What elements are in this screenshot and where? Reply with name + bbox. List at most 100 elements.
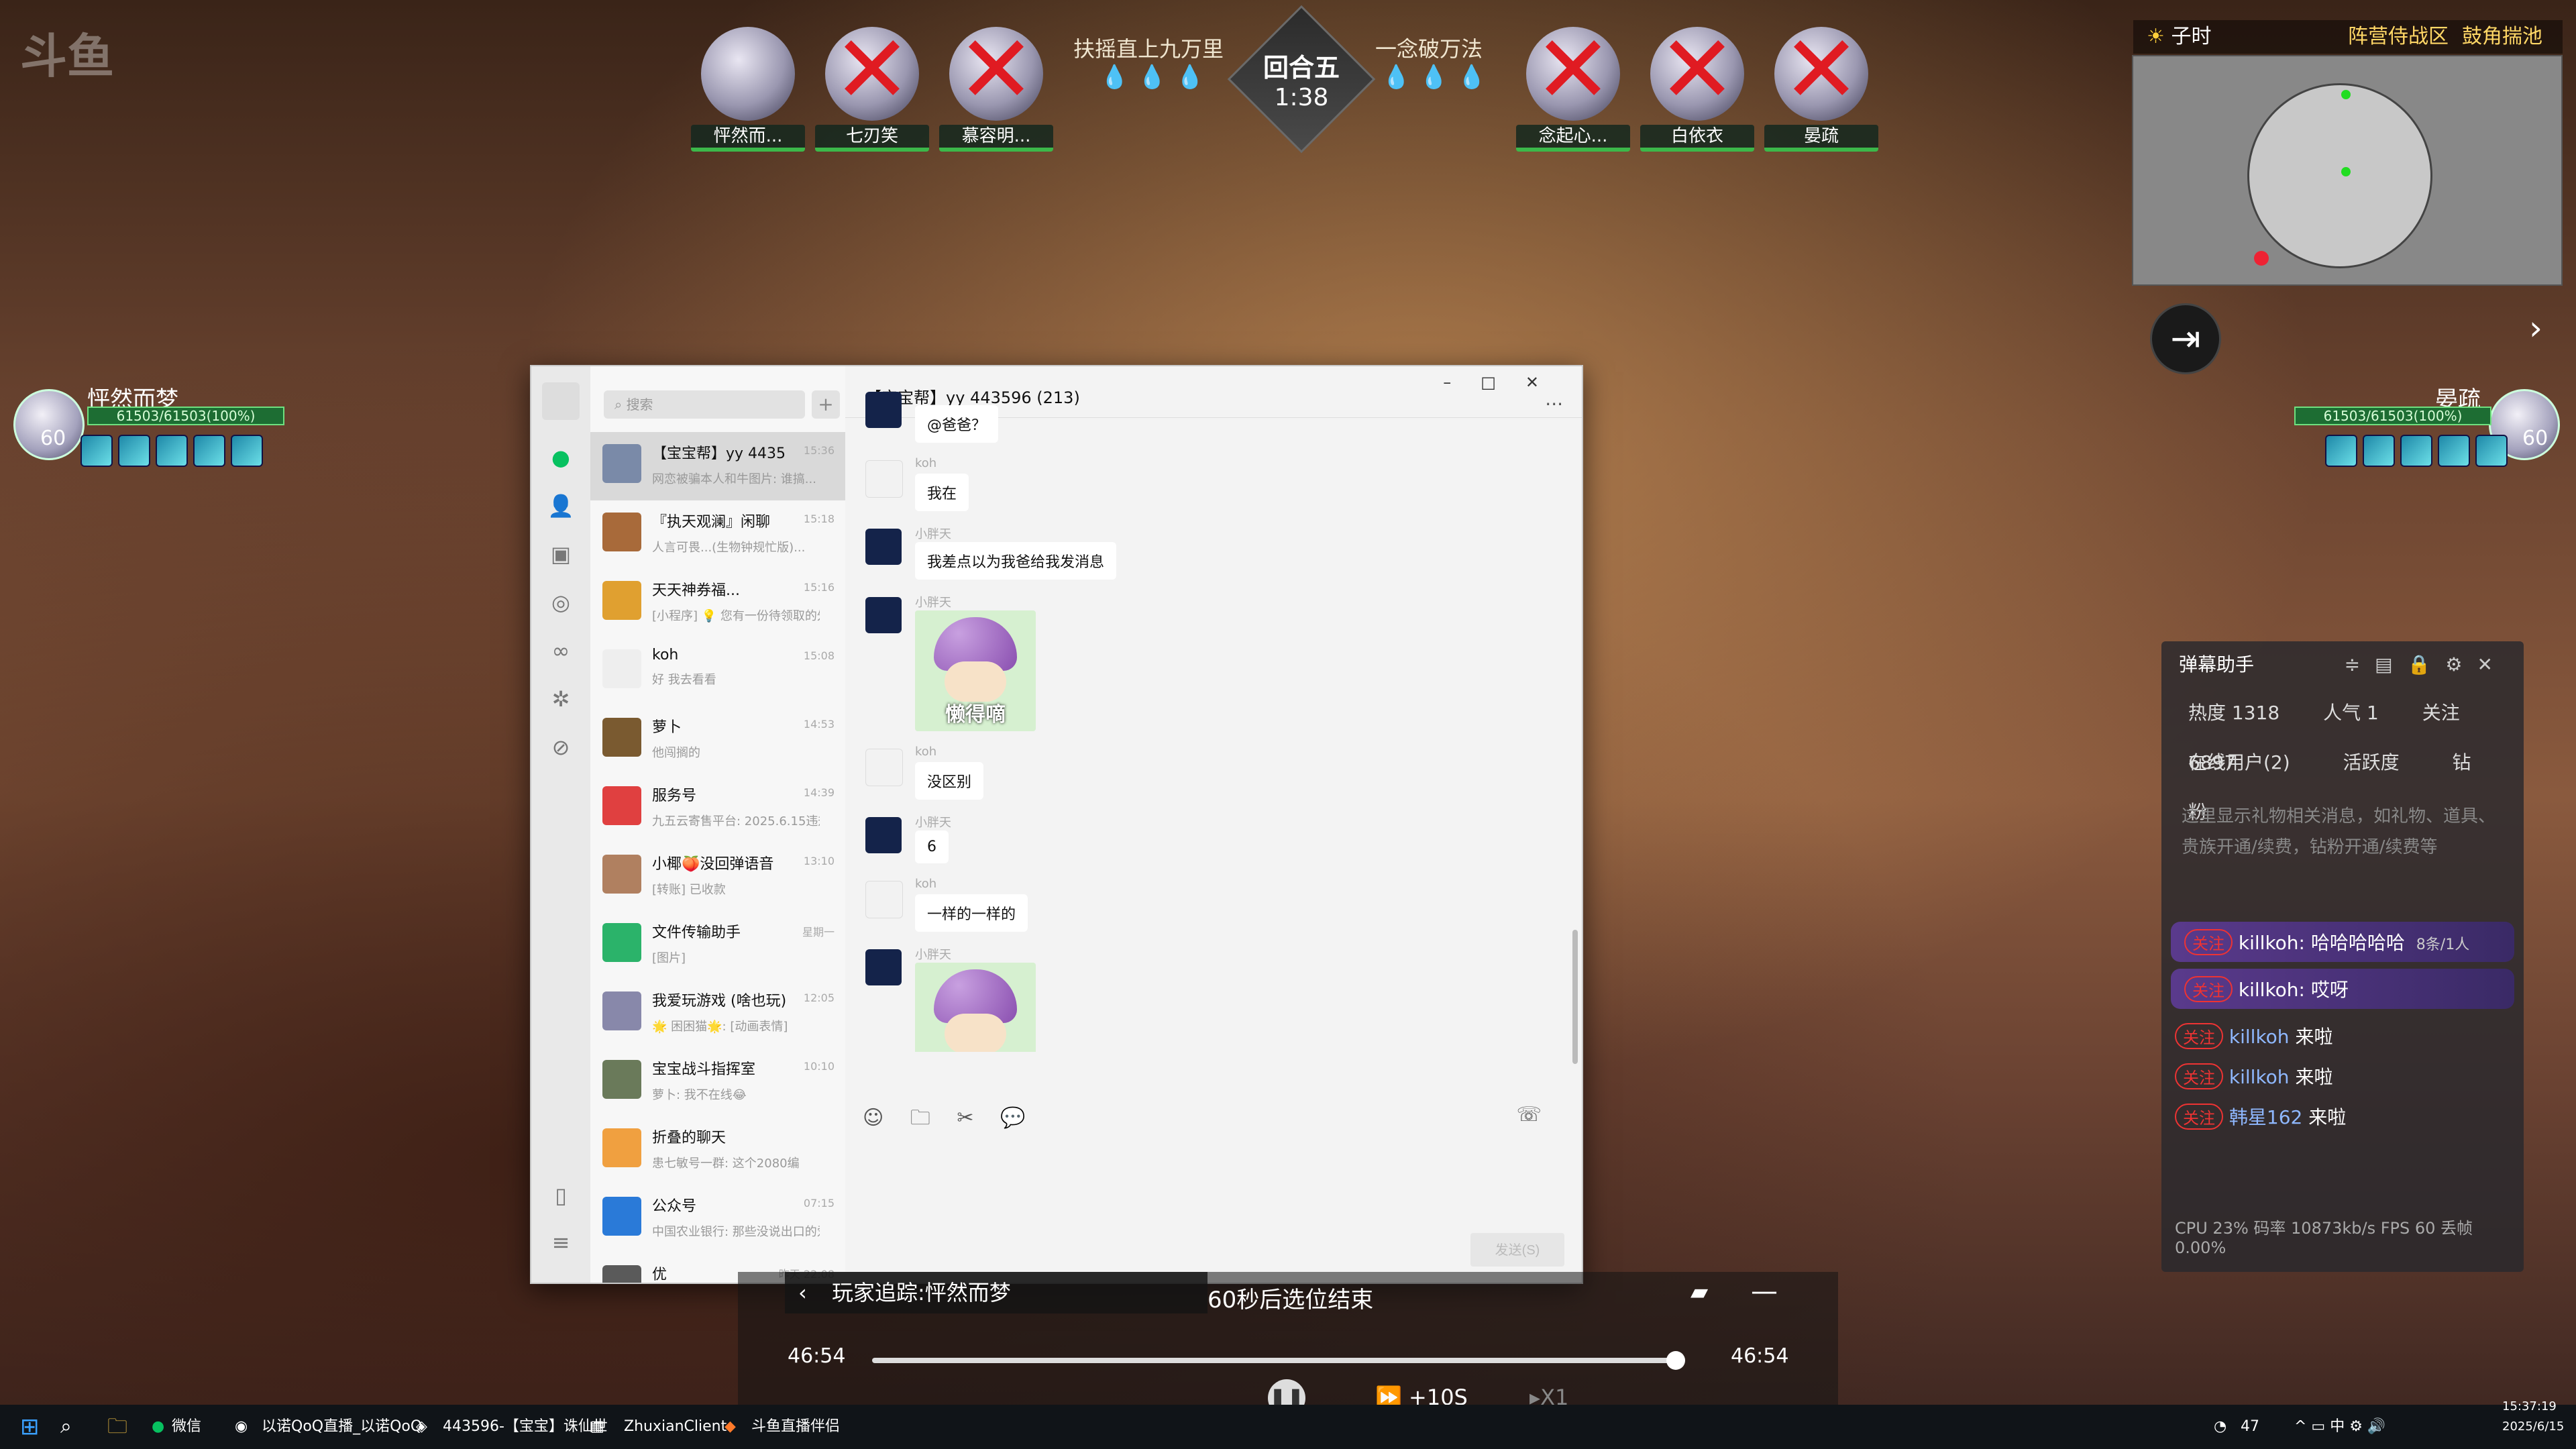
conversation-time: 星期一 <box>802 926 835 938</box>
user-avatar[interactable] <box>542 382 580 420</box>
left-hero-2: 七刃笑 <box>815 20 929 168</box>
chevron-right-icon[interactable]: › <box>2529 309 2542 347</box>
sender-avatar[interactable] <box>865 597 902 633</box>
folder-icon[interactable]: 🗀 <box>910 1106 930 1130</box>
buff-icon <box>231 435 263 467</box>
conversation-item[interactable]: 『执天观澜』闲聊 人言可畏...(生物钟规忙版)... 15:18 <box>590 500 845 569</box>
minimap-link-1[interactable]: 阵营侍战区 <box>2348 20 2449 54</box>
clock[interactable]: 15:37:19 2025/6/15 <box>2502 1397 2564 1437</box>
client-icon: ▦ <box>590 1418 604 1435</box>
follow-badge: 关注 <box>2175 1104 2223 1130</box>
message-bubble[interactable]: 6 <box>915 830 949 863</box>
conversation-avatar <box>602 991 641 1030</box>
conversation-time: 15:18 <box>803 513 835 525</box>
danmu-user[interactable]: killkoh <box>2229 1026 2290 1048</box>
file-explorer-icon[interactable]: 🗀 <box>107 1405 127 1449</box>
contacts-icon[interactable]: 👤 <box>531 482 590 530</box>
settings-icon[interactable]: ⚙ <box>2445 653 2477 676</box>
tray-icons[interactable]: ^ ▭ 中 ⚙ 🔊 <box>2294 1405 2385 1449</box>
sender-avatar[interactable] <box>865 749 903 786</box>
chevron-left-icon[interactable]: ‹ <box>798 1272 807 1313</box>
panel-tools: ≑▤🔒⚙✕ <box>2345 641 2508 688</box>
conversation-title: 小椰🍑没回弹语音 <box>652 856 774 873</box>
camera-icon[interactable]: ▰ <box>1690 1279 1708 1305</box>
conversation-avatar <box>602 1265 641 1283</box>
conversation-avatar <box>602 513 641 551</box>
message: 小胖天 懒得嘀 <box>845 593 1582 731</box>
sender-avatar[interactable] <box>865 949 902 985</box>
progress-track[interactable] <box>872 1358 1684 1363</box>
conversation-item[interactable]: 文件传输助手 [图片] 星期一 <box>590 911 845 979</box>
mini-programs-icon[interactable]: ⊘ <box>531 723 590 771</box>
hero-portrait <box>701 27 795 121</box>
conversation-item[interactable]: 公众号中国农业银行: 那些没说出口的爱... 07:15 <box>590 1185 845 1253</box>
filter-icon[interactable]: ≑ <box>2345 653 2375 676</box>
tab-online-users[interactable]: 在线用户(2) <box>2188 751 2290 773</box>
message-bubble[interactable]: 我差点以为我爸给我发消息 <box>915 542 1117 580</box>
sticker-image[interactable] <box>915 963 1036 1052</box>
follow-badge: 关注 <box>2175 1023 2223 1049</box>
conversation-item[interactable]: koh 好 我去看看 15:08 <box>590 637 845 706</box>
minimap-link-2[interactable]: 鼓角揣池 <box>2462 20 2542 54</box>
conversation-item[interactable]: 天天神券福... [小程序] 💡 您有一份待领取的外... 15:16 <box>590 569 845 637</box>
conversation-title: 公众号 <box>652 1198 697 1215</box>
sender-avatar[interactable] <box>865 460 903 498</box>
taskbar-item-wechat[interactable]: 微信 <box>172 1405 201 1449</box>
conversation-item[interactable]: 萝卜 他闯搁的 14:53 <box>590 706 845 774</box>
conversation-item[interactable]: 折叠的聊天 患七敏号一群: 这个2080编 <box>590 1116 845 1185</box>
scrollbar[interactable] <box>1572 930 1578 1064</box>
conversation-item[interactable]: 宝宝战斗指挥室 萝卜: 我不在线😂 10:10 <box>590 1048 845 1116</box>
conversation-item[interactable]: 小椰🍑没回弹语音 [转账] 已收款 13:10 <box>590 843 845 911</box>
taskbar-item-client[interactable]: ZhuxianClient <box>624 1405 727 1449</box>
search-discover-icon[interactable]: ✲ <box>531 675 590 723</box>
chat-icon[interactable]: ● <box>531 433 590 482</box>
minimap[interactable] <box>2132 55 2563 286</box>
search-icon[interactable]: ⌕ <box>60 1405 72 1449</box>
tab-activity[interactable]: 活跃度 <box>2343 751 2400 773</box>
performance-stats: CPU 23% 码率 10873kb/s FPS 60 丢帧 0.00% <box>2175 1219 2473 1257</box>
list-icon[interactable]: ▤ <box>2375 653 2407 676</box>
search-input[interactable]: ⌕ 搜索 + <box>604 390 840 419</box>
taskbar-item-game[interactable]: 443596-【宝宝】诛仙世 <box>443 1405 608 1449</box>
call-icon[interactable]: ☏ <box>1516 1103 1542 1126</box>
menu-icon[interactable]: ≡ <box>531 1218 590 1267</box>
add-icon[interactable]: + <box>812 390 840 419</box>
exit-icon[interactable]: ⇥ <box>2150 303 2221 374</box>
sticker-image[interactable]: 懒得嘀 <box>915 610 1036 731</box>
favorites-icon[interactable]: ▣ <box>531 530 590 578</box>
conversation-item[interactable]: 服务号九五云寄售平台: 2025.6.15违规... 14:39 <box>590 774 845 843</box>
message-bubble[interactable]: 没区别 <box>915 762 984 800</box>
emoji-icon[interactable]: ☺ <box>863 1106 883 1130</box>
lock-icon[interactable]: 🔒 <box>2408 653 2446 676</box>
search-icon: ⌕ <box>614 396 627 413</box>
moments-icon[interactable]: ◎ <box>531 578 590 627</box>
progress-knob[interactable] <box>1666 1351 1685 1370</box>
chat-history-icon[interactable]: 💬 <box>1000 1106 1025 1130</box>
channels-icon[interactable]: ∞ <box>531 627 590 675</box>
windows-start-icon[interactable]: ⊞ <box>20 1405 40 1449</box>
danmu-user[interactable]: 韩星162 <box>2229 1106 2302 1128</box>
conversation-item[interactable]: 我爱玩游戏 (啥也玩) 🌟 困困猫🌟: [动画表情] 12:05 <box>590 979 845 1048</box>
send-button[interactable]: 发送(S) <box>1470 1233 1564 1267</box>
phone-icon[interactable]: ▯ <box>531 1171 590 1220</box>
close-icon[interactable]: ✕ <box>2477 653 2508 676</box>
sender-avatar[interactable] <box>865 881 903 918</box>
taskbar-item-browser[interactable]: 以诺QoQ直播_以诺QoQ <box>262 1405 422 1449</box>
follow-player-select[interactable]: ‹ 玩家追踪:怦然而梦 <box>785 1272 1208 1313</box>
sender-avatar[interactable] <box>865 529 902 565</box>
left-lives-icon: 💧💧💧 <box>1100 64 1214 91</box>
network-icon[interactable]: ◔ <box>2214 1405 2226 1449</box>
minimize-bar-icon[interactable]: — <box>1751 1276 1778 1307</box>
sender-avatar[interactable] <box>865 817 902 853</box>
taskbar-item-douyu[interactable]: 斗鱼直播伴侣 <box>751 1405 840 1449</box>
message-bubble[interactable]: @爸爸？ <box>915 405 999 443</box>
message-bubble[interactable]: 我在 <box>915 474 969 511</box>
scissors-icon[interactable]: ✂ <box>957 1106 973 1130</box>
conversation-avatar <box>602 718 641 757</box>
sender-avatar[interactable] <box>865 392 902 428</box>
player-level: 60 <box>40 427 66 450</box>
danmu-user[interactable]: killkoh <box>2229 1066 2290 1088</box>
conversation-item[interactable]: 【宝宝帮】yy 443596 网恋被骗本人和牛图片: 谁搞... 15:36 <box>590 432 845 500</box>
follow-badge: 关注 <box>2184 929 2233 955</box>
message-bubble[interactable]: 一样的一样的 <box>915 894 1028 932</box>
